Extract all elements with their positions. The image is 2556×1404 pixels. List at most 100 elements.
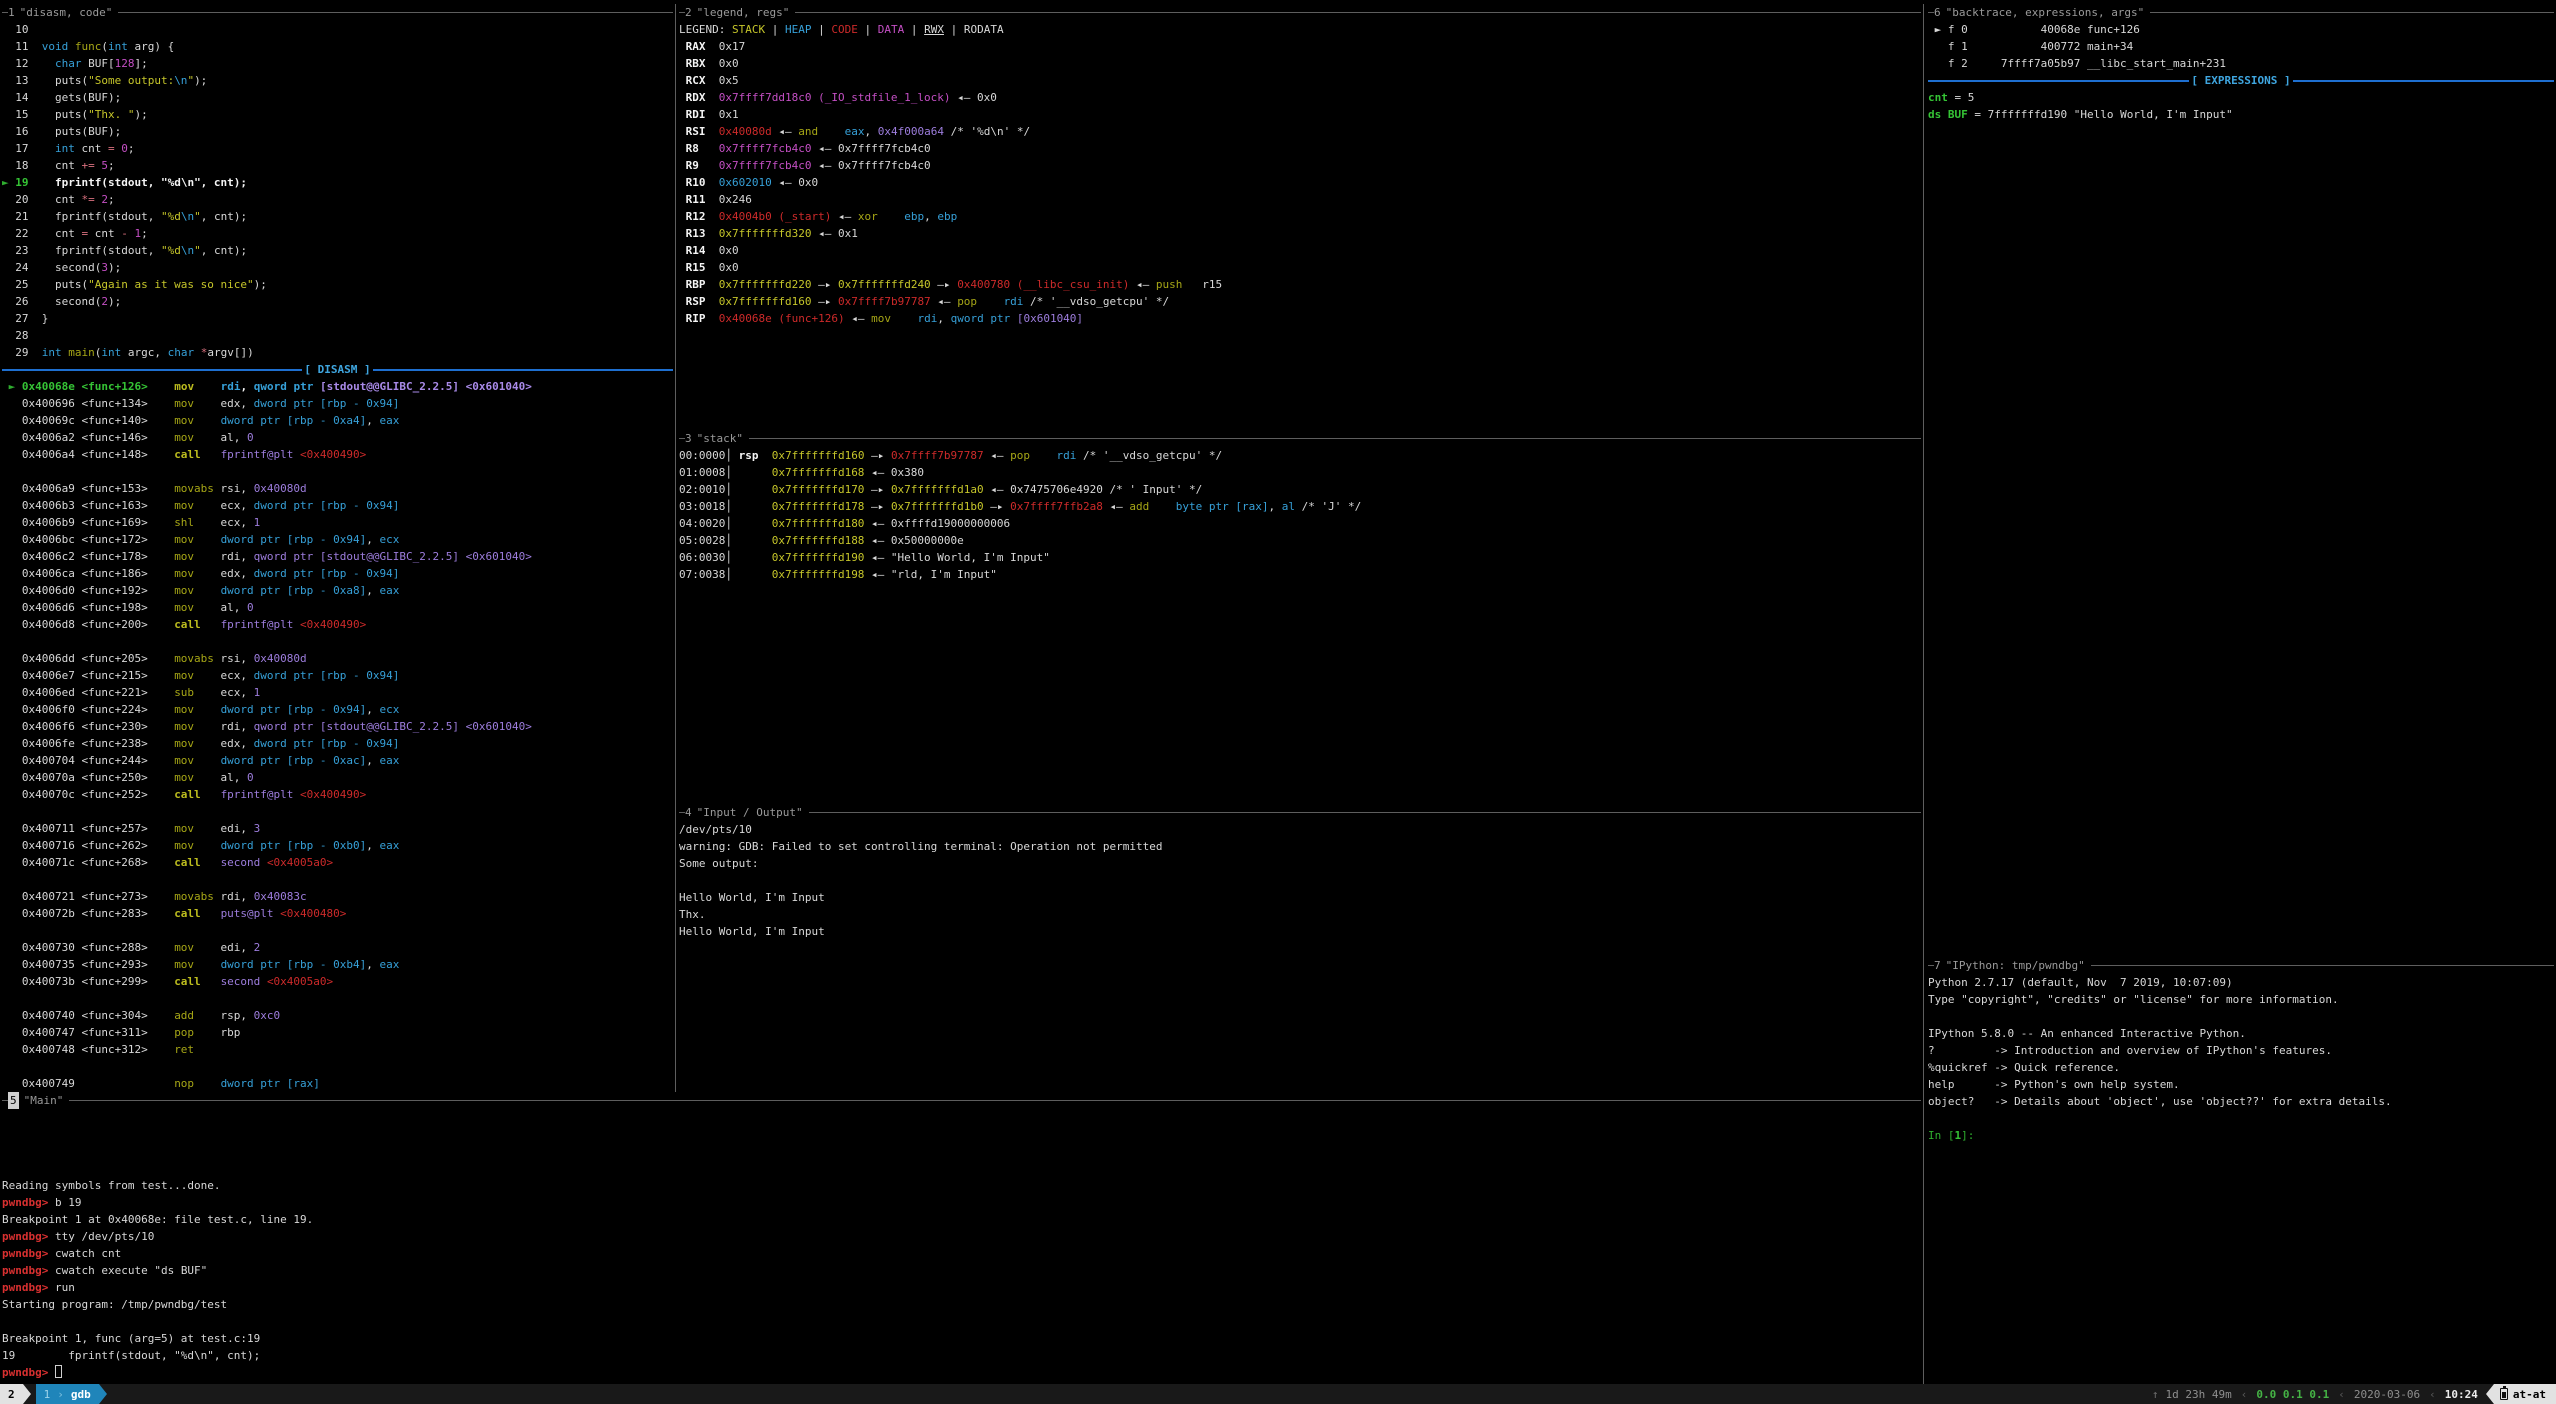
pane-ipython[interactable]: 7"IPython: tmp/pwndbg" Python 2.7.17 (de… [1928, 957, 2554, 1384]
text-run [977, 295, 1004, 308]
terminal-row: 14 gets(BUF); [2, 89, 673, 106]
text-run: = [108, 142, 115, 155]
text-run: 0x400740 <func+304> [2, 1009, 174, 1022]
pane-title: "Input / Output" [697, 804, 803, 821]
text-run: 0x40070a <func+250> [2, 771, 174, 784]
terminal-row: object? -> Details about 'object', use '… [1928, 1093, 2554, 1110]
pane-border-vertical-right[interactable] [1923, 4, 1924, 1384]
session-badge[interactable]: 2 [0, 1384, 23, 1404]
text-run: ); [108, 261, 121, 274]
text-run: = 7fffffffd190 "Hello World, I'm Input" [1968, 108, 2233, 121]
terminal-row: Some output: [679, 855, 1921, 872]
pane-main-gdb-console[interactable]: 5"Main" Reading symbols from test...done… [2, 1092, 1921, 1384]
terminal-row: 24 second(3); [2, 259, 673, 276]
text-run: mov [174, 550, 194, 563]
text-run: STACK [732, 23, 765, 36]
text-run: , cnt); [201, 244, 247, 257]
terminal-row: %quickref -> Quick reference. [1928, 1059, 2554, 1076]
text-run: ◂— 0x7475706e4920 /* ' Input' */ [984, 483, 1203, 496]
terminal-row: 0x4006b9 <func+169> shl ecx, 1 [2, 514, 673, 531]
text-run: 5 [101, 159, 108, 172]
text-run: 0x4006ca <func+186> [2, 567, 174, 580]
text-run: R11 [679, 193, 719, 206]
pane-number: 2 [685, 4, 692, 21]
pane-title: "IPython: tmp/pwndbg" [1946, 957, 2085, 974]
terminal-row: pwndbg> run [2, 1279, 1921, 1296]
pane-border-vertical-left[interactable] [675, 4, 676, 1092]
pane-stack[interactable]: 3"stack" 00:0000│ rsp 0x7fffffffd160 —▸ … [679, 430, 1921, 804]
text-run: 05:0028│ [679, 534, 772, 547]
chevron-right-icon: › [57, 1386, 64, 1403]
pane-number: 3 [685, 430, 692, 447]
pane-registers[interactable]: 2"legend, regs" LEGEND: STACK | HEAP | C… [679, 4, 1921, 430]
text-run: R14 [679, 244, 719, 257]
text-run: 0x4006fe <func+238> [2, 737, 174, 750]
terminal-row: 0x4006e7 <func+215> mov ecx, dword ptr [… [2, 667, 673, 684]
text-run [194, 584, 221, 597]
gdb-console[interactable]: Reading symbols from test...done.pwndbg>… [2, 1109, 1921, 1381]
text-run: 0x7fffffffd178 [772, 500, 865, 513]
pane-header-main: 5"Main" [2, 1092, 1921, 1109]
terminal-row: 0x4006a9 <func+153> movabs rsi, 0x40080d [2, 480, 673, 497]
text-run: "%d [161, 210, 181, 223]
pane-input-output[interactable]: 4"Input / Output" /dev/pts/10warning: GD… [679, 804, 1921, 1092]
text-run: 0x7fffffffd180 [772, 517, 865, 530]
text-run: ecx, [194, 669, 254, 682]
terminal-row: 0x400704 <func+244> mov dword ptr [rbp -… [2, 752, 673, 769]
text-run: 0x400747 <func+311> [2, 1026, 174, 1039]
text-run: 21 fprintf(stdout, [2, 210, 161, 223]
terminal-cursor [55, 1365, 62, 1378]
text-run: 0x4006d6 <func+198> [2, 601, 174, 614]
text-run: RDI [679, 108, 719, 121]
text-run: 0x4006b9 <func+169> [2, 516, 174, 529]
text-run: 0 [247, 601, 254, 614]
terminal-row: 0x400711 <func+257> mov edi, 3 [2, 820, 673, 837]
text-run: 0x4006bc <func+172> [2, 533, 174, 546]
pane-number: 6 [1934, 4, 1941, 21]
text-run: 02:0010│ [679, 483, 772, 496]
text-run: 15 puts( [2, 108, 88, 121]
terminal-row: 12 char BUF[128]; [2, 55, 673, 72]
text-run: 0x7ffff7fcb4c0 [719, 142, 812, 155]
text-run: rdi, [194, 550, 254, 563]
text-run: 12 [2, 57, 55, 70]
text-run: "%d [161, 244, 181, 257]
pane-backtrace-expressions[interactable]: 6"backtrace, expressions, args" ► f 0 40… [1928, 4, 2554, 957]
pane-header-regs: 2"legend, regs" [679, 4, 1921, 21]
text-run: += [81, 159, 94, 172]
text-run: HEAP [785, 23, 812, 36]
text-run: RAX [679, 40, 719, 53]
uptime: 1d 23h 49m [2166, 1386, 2232, 1403]
text-run: 2 [254, 941, 261, 954]
terminal-row: 00:0000│ rsp 0x7fffffffd160 —▸ 0x7ffff7b… [679, 447, 1921, 464]
ipython-console[interactable]: Python 2.7.17 (default, Nov 7 2019, 10:0… [1928, 974, 2554, 1144]
terminal-row: 22 cnt = cnt - 1; [2, 225, 673, 242]
status-clock: 10:24 [2445, 1386, 2478, 1403]
terminal-row [679, 872, 1921, 889]
text-run: eax [845, 125, 865, 138]
text-run: ; [141, 227, 148, 240]
text-run: mov [174, 703, 194, 716]
text-run: ◂— 0x0 [772, 176, 818, 189]
text-run: ◂— [931, 295, 958, 308]
text-run: 0x0 [719, 57, 739, 70]
pane-disasm-code[interactable]: 1"disasm, code" 10 11 void func(int arg)… [2, 4, 673, 1092]
text-run: \n [174, 74, 187, 87]
text-run: 22 cnt [2, 227, 81, 240]
text-run: main [68, 346, 95, 359]
text-run: rdi [1057, 449, 1077, 462]
text-run: , [366, 958, 379, 971]
text-run: ? -> Introduction and overview of IPytho… [1928, 1044, 2332, 1057]
pane-header-io: 4"Input / Output" [679, 804, 1921, 821]
text-run [201, 907, 221, 920]
text-run: tty /dev/pts/10 [55, 1230, 154, 1243]
text-run: ; [108, 193, 115, 206]
terminal-row: RCX 0x5 [679, 72, 1921, 89]
window-tab-gdb[interactable]: 1›gdb [36, 1384, 99, 1404]
text-run: ◂— [984, 449, 1011, 462]
terminal-row: R13 0x7fffffffd320 ◂— 0x1 [679, 225, 1921, 242]
text-run: 0x4006d0 <func+192> [2, 584, 174, 597]
text-run: 0x40073b <func+299> [2, 975, 174, 988]
text-run: ◂— 0x50000000e [864, 534, 963, 547]
terminal-row [2, 1313, 1921, 1330]
